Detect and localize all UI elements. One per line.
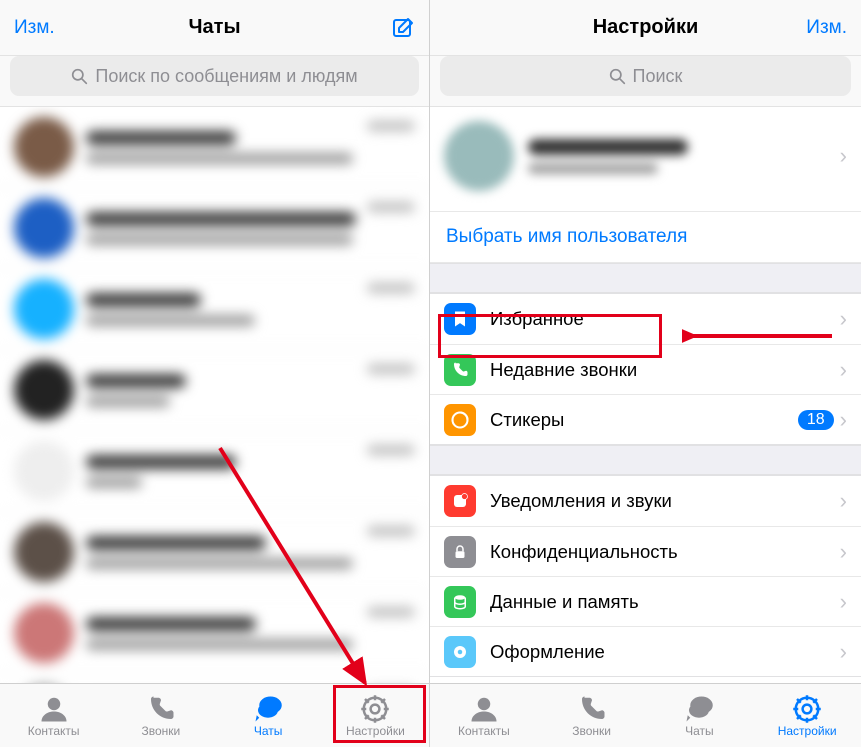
cell-stickers[interactable]: Стикеры 18 › [430,394,861,444]
tab-label: Контакты [28,724,80,738]
chevron-right-icon: › [840,407,847,433]
settings-header: Настройки Изм. [430,0,861,56]
settings-icon [359,694,391,724]
chats-screen: Изм. Чаты Поиск по сообщениям и людям [0,0,430,747]
tab-chats[interactable]: Чаты [215,684,322,747]
chat-list[interactable] [0,107,429,683]
contacts-icon [468,694,500,724]
cell-label: Конфиденциальность [490,541,840,563]
cell-favorites[interactable]: Избранное › [430,294,861,344]
calls-icon [576,694,608,724]
chevron-right-icon: › [840,539,847,565]
tab-settings[interactable]: Настройки [753,684,861,747]
choose-username-link[interactable]: Выбрать имя пользователя [430,212,861,263]
edit-button[interactable]: Изм. [14,17,55,39]
settings-icon [791,694,823,724]
tab-contacts[interactable]: Контакты [0,684,107,747]
tab-label: Чаты [685,724,714,738]
settings-group-1: Избранное › Недавние звонки › Стикеры 18… [430,293,861,445]
chevron-right-icon: › [840,639,847,665]
contacts-icon [38,694,70,724]
cell-label: Уведомления и звуки [490,490,840,512]
sticker-icon [444,404,476,436]
bookmark-icon [444,303,476,335]
edit-button[interactable]: Изм. [806,17,847,39]
profile-row[interactable]: › [430,107,861,212]
settings-body: › Выбрать имя пользователя Избранное › Н… [430,107,861,683]
cell-recent-calls[interactable]: Недавние звонки › [430,344,861,394]
search-input[interactable]: Поиск [440,56,851,96]
avatar [444,121,514,191]
cell-label: Стикеры [490,409,798,431]
compose-icon[interactable] [391,16,415,40]
tab-calls[interactable]: Звонки [107,684,214,747]
chats-header: Изм. Чаты [0,0,429,56]
chevron-right-icon: › [840,357,847,383]
tab-calls[interactable]: Звонки [538,684,646,747]
chevron-right-icon: › [840,589,847,615]
tab-label: Звонки [142,724,181,738]
cell-privacy[interactable]: Конфиденциальность › [430,526,861,576]
notifications-icon [444,485,476,517]
chats-title: Чаты [0,16,429,39]
tab-label: Чаты [254,724,283,738]
section-gap [430,445,861,475]
lock-icon [444,536,476,568]
chevron-right-icon: › [840,143,847,169]
tab-label: Настройки [778,724,837,738]
search-placeholder: Поиск [633,66,683,87]
cell-label: Избранное [490,308,840,330]
calls-icon [145,694,177,724]
settings-screen: Настройки Изм. Поиск › Выбрать имя польз… [430,0,861,747]
tab-chats[interactable]: Чаты [646,684,754,747]
chats-icon [683,694,715,724]
chevron-right-icon: › [840,306,847,332]
tab-label: Контакты [458,724,510,738]
search-placeholder: Поиск по сообщениям и людям [95,66,357,87]
cell-label: Недавние звонки [490,359,840,381]
search-wrap: Поиск [430,56,861,107]
right-tabbar: Контакты Звонки Чаты Настройки [430,683,861,747]
stickers-badge: 18 [798,410,834,430]
search-icon [609,68,626,85]
search-icon [71,68,88,85]
tab-label: Звонки [572,724,611,738]
database-icon [444,586,476,618]
chevron-right-icon: › [840,488,847,514]
search-input[interactable]: Поиск по сообщениям и людям [10,56,419,96]
tab-label: Настройки [346,724,405,738]
tab-settings[interactable]: Настройки [322,684,429,747]
cell-label: Оформление [490,641,840,663]
cell-data[interactable]: Данные и память › [430,576,861,626]
section-gap [430,263,861,293]
chats-icon [252,694,284,724]
left-tabbar: Контакты Звонки Чаты Настройки [0,683,429,747]
appearance-icon [444,636,476,668]
search-wrap: Поиск по сообщениям и людям [0,56,429,107]
tab-contacts[interactable]: Контакты [430,684,538,747]
cell-appearance[interactable]: Оформление › [430,626,861,676]
settings-title: Настройки [430,16,861,39]
settings-group-2: Уведомления и звуки › Конфиденциальность… [430,475,861,677]
cell-notifications[interactable]: Уведомления и звуки › [430,476,861,526]
cell-label: Данные и память [490,591,840,613]
phone-icon [444,354,476,386]
